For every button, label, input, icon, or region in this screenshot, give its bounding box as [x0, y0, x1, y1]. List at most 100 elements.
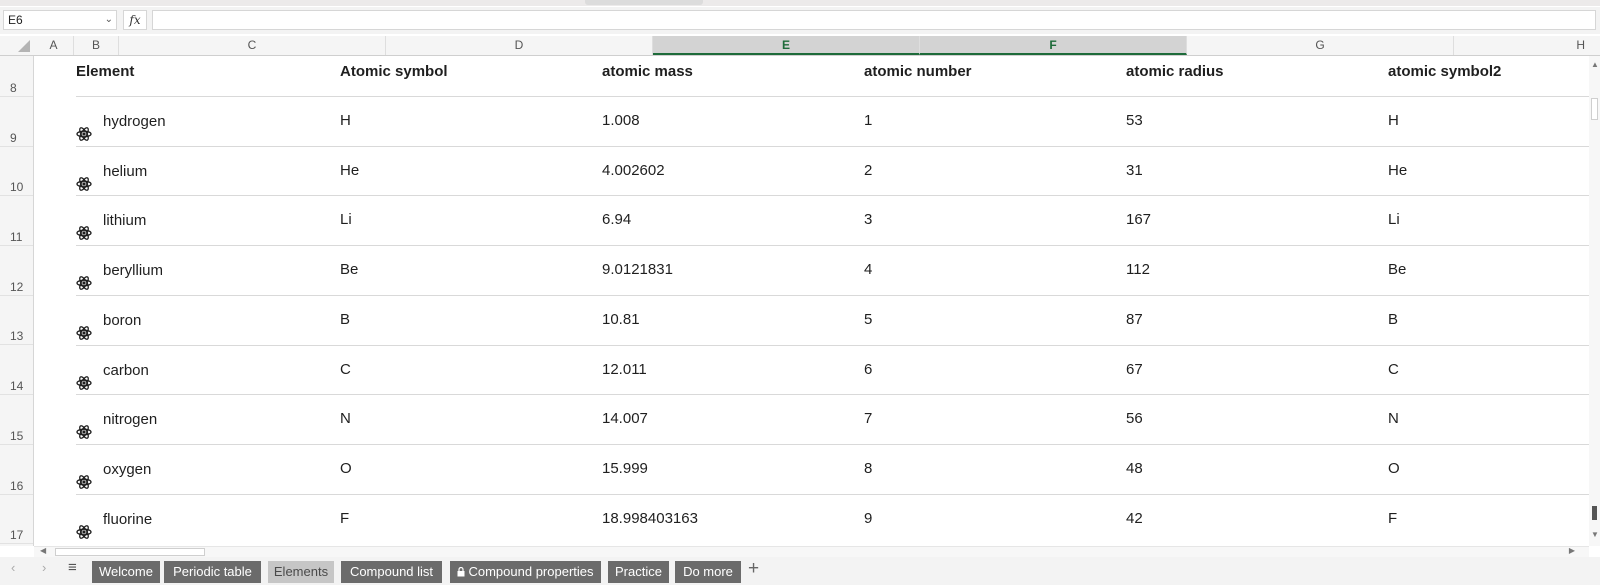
table-cell[interactable]: oxygen — [76, 445, 151, 495]
table-cell[interactable]: B — [1388, 296, 1398, 346]
table-cell[interactable]: 8 — [864, 445, 872, 495]
table-cell[interactable]: He — [340, 147, 359, 197]
table-cell[interactable]: 87 — [1126, 296, 1143, 346]
scroll-down-icon[interactable]: ▼ — [1591, 530, 1599, 539]
table-cell[interactable]: 18.998403163 — [602, 495, 698, 545]
table-cell[interactable]: O — [340, 445, 352, 495]
table-cell[interactable]: helium — [76, 147, 147, 197]
row-header-16[interactable]: 16 — [0, 445, 33, 495]
table-cell[interactable]: carbon — [76, 346, 149, 396]
table-cell[interactable]: fluorine — [76, 495, 152, 545]
next-sheet-icon[interactable]: › — [42, 560, 46, 575]
row-header-11[interactable]: 11 — [0, 196, 33, 247]
table-cell[interactable]: N — [1388, 395, 1399, 445]
table-cell[interactable]: 112 — [1126, 246, 1150, 296]
table-cell[interactable]: He — [1388, 147, 1407, 197]
chevron-down-icon[interactable]: ⌄ — [105, 11, 113, 29]
table-cell[interactable]: B — [340, 296, 350, 346]
column-headers: ABCDEFGH — [0, 36, 1600, 56]
sheet-tab-compound-properties[interactable]: Compound properties — [450, 561, 601, 583]
table-cell[interactable]: 4.002602 — [602, 147, 665, 197]
cell-grid[interactable]: Element Atomic symbol atomic mass atomic nu… — [34, 56, 1589, 546]
table-cell[interactable]: 1.008 — [602, 97, 640, 147]
table-cell[interactable]: 42 — [1126, 495, 1143, 545]
prev-sheet-icon[interactable]: ‹ — [11, 560, 15, 575]
table-cell[interactable]: 14.007 — [602, 395, 648, 445]
row-header-8[interactable]: 8 — [0, 56, 33, 97]
table-cell[interactable]: Li — [1388, 196, 1400, 246]
table-cell[interactable]: beryllium — [76, 246, 163, 296]
table-cell[interactable]: 9 — [864, 495, 872, 545]
insert-function-button[interactable]: fx — [123, 10, 147, 30]
table-cell[interactable]: F — [340, 495, 349, 545]
table-cell[interactable]: 3 — [864, 196, 872, 246]
column-header-h[interactable]: H — [1454, 36, 1589, 55]
sheet-tab-do-more[interactable]: Do more — [675, 561, 741, 583]
table-cell[interactable]: hydrogen — [76, 97, 166, 147]
table-cell[interactable]: 53 — [1126, 97, 1143, 147]
column-header-c[interactable]: C — [119, 36, 386, 55]
table-cell[interactable]: Be — [1388, 246, 1406, 296]
table-cell[interactable]: N — [340, 395, 351, 445]
table-cell[interactable]: 4 — [864, 246, 872, 296]
table-cell[interactable]: nitrogen — [76, 395, 157, 445]
add-sheet-icon[interactable]: + — [748, 558, 759, 580]
table-cell[interactable]: 48 — [1126, 445, 1143, 495]
column-header-f[interactable]: F — [920, 36, 1187, 55]
vertical-scrollbar[interactable]: ▲ ▼ — [1589, 56, 1600, 546]
table-cell[interactable]: 6.94 — [602, 196, 631, 246]
table-cell[interactable]: 31 — [1126, 147, 1143, 197]
sheet-tab-compound-list[interactable]: Compound list — [341, 561, 442, 583]
scroll-up-icon[interactable]: ▲ — [1591, 60, 1599, 69]
row-header-9[interactable]: 9 — [0, 97, 33, 147]
row-header-12[interactable]: 12 — [0, 246, 33, 296]
name-box[interactable]: E6 ⌄ — [3, 10, 117, 30]
table-cell[interactable]: 1 — [864, 97, 872, 147]
table-cell[interactable]: F — [1388, 495, 1397, 545]
sheet-list-icon[interactable]: ≡ — [68, 559, 77, 576]
sheet-tab-practice[interactable]: Practice — [608, 561, 669, 583]
table-cell[interactable]: C — [1388, 346, 1399, 396]
vertical-scroll-thumb[interactable] — [1591, 98, 1598, 120]
table-cell[interactable]: 56 — [1126, 395, 1143, 445]
table-cell[interactable]: C — [340, 346, 351, 396]
column-header-d[interactable]: D — [386, 36, 653, 55]
table-cell[interactable]: 6 — [864, 346, 872, 396]
column-header-a[interactable]: A — [34, 36, 74, 55]
scroll-right-icon[interactable]: ▶ — [1569, 546, 1575, 555]
table-cell[interactable]: 5 — [864, 296, 872, 346]
table-cell[interactable]: lithium — [76, 196, 146, 246]
horizontal-scrollbar[interactable]: ◀ ▶ — [34, 546, 1589, 557]
window-grip[interactable] — [585, 0, 703, 5]
table-cell[interactable]: Li — [340, 196, 352, 246]
table-cell[interactable]: 67 — [1126, 346, 1143, 396]
sheet-tab-welcome[interactable]: Welcome — [92, 561, 160, 583]
column-header-g[interactable]: G — [1187, 36, 1454, 55]
table-cell[interactable]: 10.81 — [602, 296, 640, 346]
table-cell[interactable]: 15.999 — [602, 445, 648, 495]
table-cell[interactable]: H — [340, 97, 351, 147]
row-header-17[interactable]: 17 — [0, 495, 33, 545]
table-cell[interactable]: 7 — [864, 395, 872, 445]
sheet-tab-elements[interactable]: Elements — [268, 561, 334, 583]
table-cell[interactable]: 167 — [1126, 196, 1151, 246]
row-header-15[interactable]: 15 — [0, 395, 33, 445]
split-handle[interactable] — [1592, 506, 1597, 520]
row-header-10[interactable]: 10 — [0, 147, 33, 197]
table-cell[interactable]: 2 — [864, 147, 872, 197]
select-all-corner[interactable] — [0, 36, 34, 55]
row-header-13[interactable]: 13 — [0, 296, 33, 346]
table-cell[interactable]: O — [1388, 445, 1400, 495]
table-cell[interactable]: H — [1388, 97, 1399, 147]
column-header-e[interactable]: E — [653, 36, 920, 55]
column-header-b[interactable]: B — [74, 36, 119, 55]
table-cell[interactable]: Be — [340, 246, 358, 296]
sheet-tab-periodic-table[interactable]: Periodic table — [164, 561, 261, 583]
table-cell[interactable]: 9.0121831 — [602, 246, 673, 296]
table-cell[interactable]: 12.011 — [602, 346, 647, 396]
formula-input[interactable] — [152, 10, 1596, 30]
scroll-left-icon[interactable]: ◀ — [40, 546, 46, 555]
horizontal-scroll-thumb[interactable] — [55, 548, 205, 556]
row-header-14[interactable]: 14 — [0, 346, 33, 396]
table-cell[interactable]: boron — [76, 296, 141, 346]
